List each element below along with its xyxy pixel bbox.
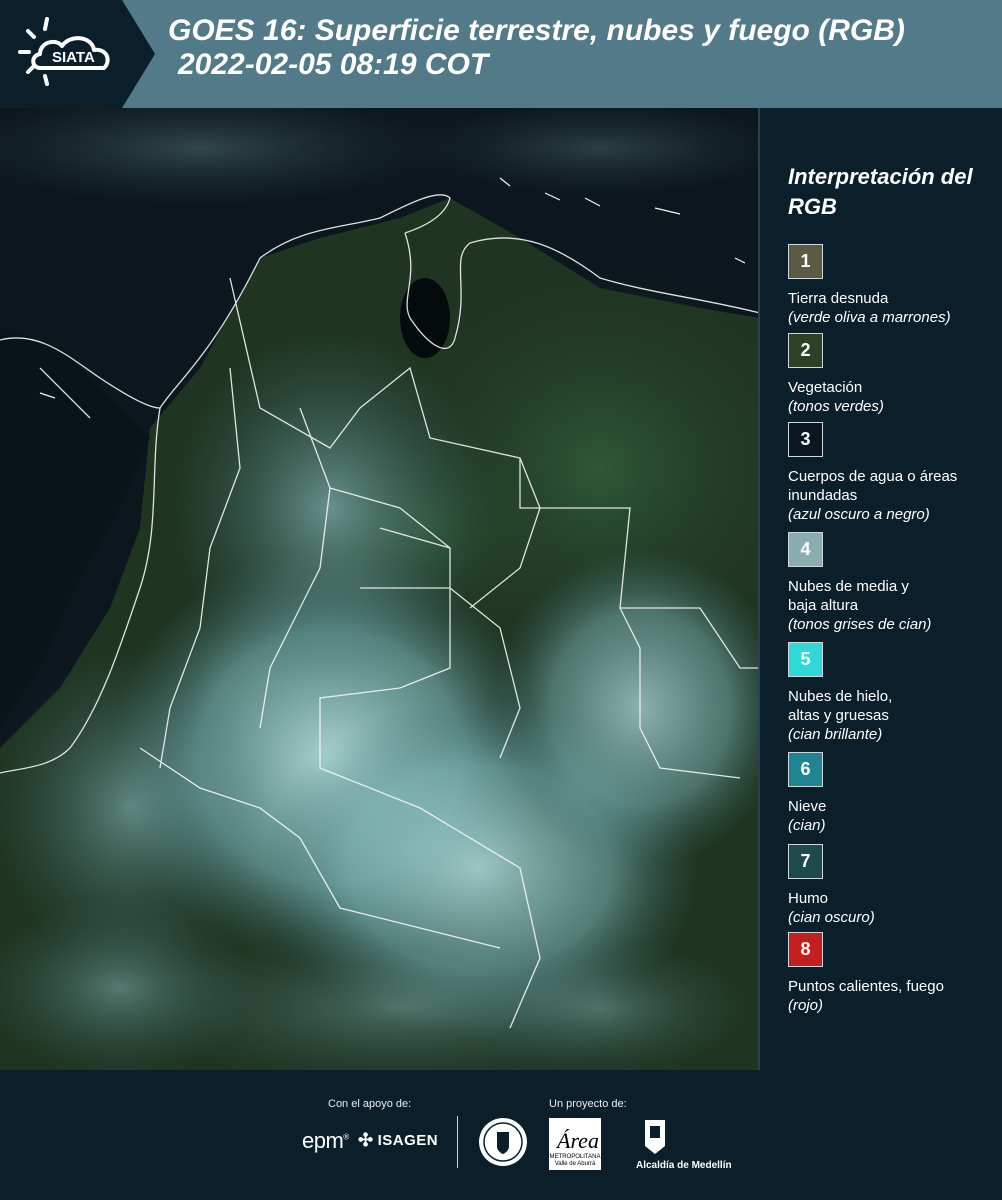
isagen-logo: ✣ ISAGEN <box>358 1130 438 1151</box>
legend-item-5: 5 Nubes de hielo, altas y gruesas (cian … <box>788 642 998 744</box>
legend-item-4: 4 Nubes de media y baja altura (tonos gr… <box>788 532 998 634</box>
legend-swatch-4: 4 <box>788 532 823 567</box>
university-seal-icon <box>477 1116 529 1173</box>
medellin-logo-text: Alcaldía de Medellín <box>636 1160 732 1171</box>
legend-label-5: Nubes de hielo, altas y gruesas <box>788 688 893 724</box>
footer-divider <box>457 1116 458 1168</box>
legend-sub-5: (cian brillante) <box>788 726 883 743</box>
area-logo-text: METROPOLITANA Valle de Aburrá <box>549 1154 601 1167</box>
epm-logo-text: epm <box>302 1128 344 1153</box>
page-title: GOES 16: Superficie terrestre, nubes y f… <box>168 14 905 47</box>
legend-label-1: Tierra desnuda <box>788 290 889 307</box>
title-block: GOES 16: Superficie terrestre, nubes y f… <box>168 14 998 82</box>
siata-logo: SIATA <box>0 0 160 108</box>
legend-label-8: Puntos calientes, fuego <box>788 978 944 995</box>
legend-swatch-3: 3 <box>788 422 823 457</box>
legend-swatch-7: 7 <box>788 844 823 879</box>
isagen-logo-text: ISAGEN <box>377 1132 439 1149</box>
legend-label-6: Nieve <box>788 798 827 815</box>
legend-sub-7: (cian oscuro) <box>788 909 875 926</box>
legend-swatch-2: 2 <box>788 333 823 368</box>
epm-logo: epm® <box>302 1128 349 1153</box>
legend-swatch-8: 8 <box>788 932 823 967</box>
legend-label-7: Humo <box>788 890 829 907</box>
satellite-map <box>0 108 760 1070</box>
legend-item-3: 3 Cuerpos de agua o áreas inundadas (azu… <box>788 422 998 524</box>
legend-label-4: Nubes de media y baja altura <box>788 578 909 614</box>
project-label: Un proyecto de: <box>549 1098 627 1110</box>
page-timestamp: 2022-02-05 08:19 COT <box>178 48 489 81</box>
legend-swatch-1: 1 <box>788 244 823 279</box>
legend-label-2: Vegetación <box>788 379 863 396</box>
siata-logo-text: SIATA <box>52 49 95 66</box>
legend-swatch-5: 5 <box>788 642 823 677</box>
legend-item-6: 6 Nieve (cian) <box>788 752 998 835</box>
legend-item-8: 8 Puntos calientes, fuego (rojo) <box>788 932 998 1015</box>
satellite-image <box>0 108 758 1070</box>
area-logo-mark: Área <box>555 1128 599 1153</box>
legend-sub-6: (cian) <box>788 817 826 834</box>
footer: Con el apoyo de: Un proyecto de: epm® ✣ … <box>0 1070 1002 1200</box>
medellin-shield-icon <box>642 1118 668 1161</box>
legend-sub-2: (tonos verdes) <box>788 398 884 415</box>
legend-item-1: 1 Tierra desnuda (verde oliva a marrones… <box>788 244 998 327</box>
legend-panel: Interpretación del RGB 1 Tierra desnuda … <box>762 108 1002 1070</box>
legend-sub-3: (azul oscuro a negro) <box>788 506 930 523</box>
isagen-mark-icon: ✣ <box>358 1130 374 1150</box>
legend-sub-8: (rojo) <box>788 997 824 1014</box>
header-bar: SIATA GOES 16: Superficie terrestre, nub… <box>0 0 1002 108</box>
area-metropolitana-logo: Área METROPOLITANA Valle de Aburrá <box>549 1118 601 1170</box>
legend-sub-1: (verde oliva a marrones) <box>788 309 951 326</box>
legend-title: Interpretación del RGB <box>788 164 973 219</box>
legend-sub-4: (tonos grises de cian) <box>788 616 932 633</box>
legend-label-3: Cuerpos de agua o áreas inundadas <box>788 468 958 504</box>
legend-swatch-6: 6 <box>788 752 823 787</box>
legend-item-2: 2 Vegetación (tonos verdes) <box>788 333 998 416</box>
support-label: Con el apoyo de: <box>328 1098 412 1110</box>
legend-item-7: 7 Humo (cian oscuro) <box>788 844 998 927</box>
